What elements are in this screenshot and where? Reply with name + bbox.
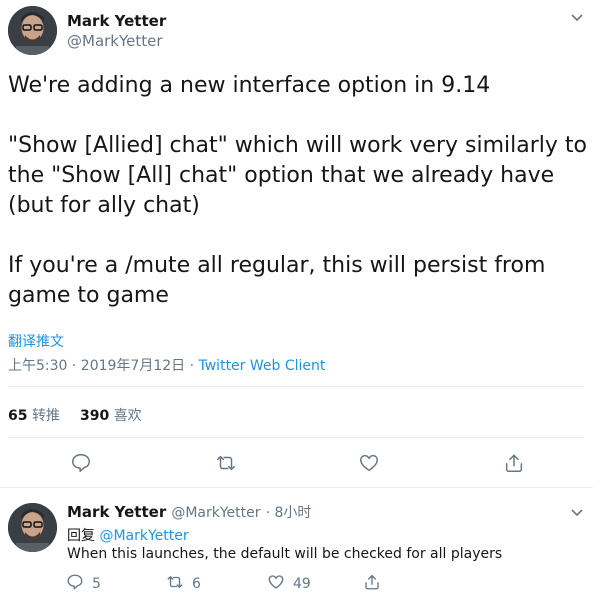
avatar[interactable] [8,6,57,55]
tweet-text: We're adding a new interface option in 9… [8,73,587,308]
reply-chevron-down-icon[interactable] [570,505,584,523]
divider [8,437,584,438]
reply-text: When this launches, the default will be … [67,546,503,562]
share-icon[interactable] [503,452,525,478]
timestamp[interactable]: 上午5:30 · 2019年7月12日 [8,358,185,374]
likes-count: 390 [80,408,110,424]
reply-to-line: 回复 @MarkYetter [67,525,189,545]
retweet-icon[interactable] [215,452,237,478]
reply-share-icon[interactable] [363,573,381,595]
retweets-count: 65 [8,408,28,424]
reply-retweet-button[interactable]: 6 [166,573,201,595]
chevron-down-icon[interactable] [570,10,584,28]
reply-icon[interactable] [70,452,92,478]
like-count: 49 [293,576,311,592]
reply-author-name[interactable]: Mark Yetter [67,503,166,521]
author-handle[interactable]: @MarkYetter [67,32,163,50]
separator: · [185,358,199,374]
author-name[interactable]: Mark Yetter [67,12,166,30]
reply-reply-button[interactable]: 5 [66,573,101,595]
retweets-stat[interactable]: 65 转推 [8,405,60,425]
reply-header: Mark Yetter @MarkYetter · 8小时 [67,502,311,522]
reply-time[interactable]: · 8小时 [266,505,312,521]
likes-stat[interactable]: 390 喜欢 [80,405,142,425]
translate-tweet-link[interactable]: 翻译推文 [8,331,64,351]
retweets-label: 转推 [31,408,60,424]
client-link[interactable]: Twitter Web Client [199,358,326,374]
reply-to-handle[interactable]: @MarkYetter [99,528,188,544]
like-icon[interactable] [358,452,380,478]
reply-icon [66,573,84,595]
likes-label: 喜欢 [113,408,142,424]
retweet-count: 6 [192,576,201,592]
divider [0,487,593,488]
reply-count: 5 [92,576,101,592]
timestamp-row: 上午5:30 · 2019年7月12日 · Twitter Web Client [8,355,325,375]
reply-avatar[interactable] [8,503,57,552]
like-icon [267,573,285,595]
reply-author-handle[interactable]: @MarkYetter [171,505,260,521]
retweet-icon [166,573,184,595]
reply-prefix: 回复 [67,528,95,544]
reply-like-button[interactable]: 49 [267,573,311,595]
divider [8,386,584,387]
